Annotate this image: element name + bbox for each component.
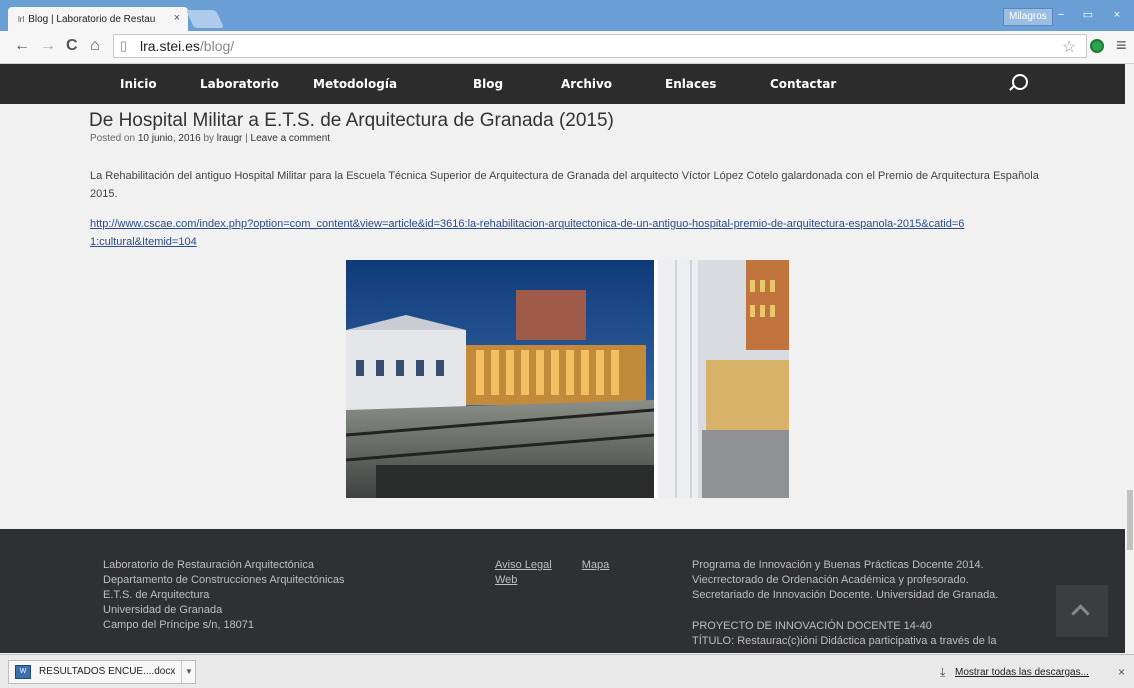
nav-metodologia[interactable]: Metodología	[313, 77, 397, 91]
maximize-icon[interactable]: ▭	[1075, 6, 1101, 24]
chrome-menu-icon[interactable]: ≡	[1116, 35, 1127, 56]
close-download-bar-icon[interactable]: ×	[1118, 665, 1125, 679]
footer-address-line: Departamento de Construcciones Arquitect…	[103, 574, 345, 586]
page-icon: ▯	[120, 38, 128, 53]
post-title[interactable]: De Hospital Militar a E.T.S. de Arquitec…	[89, 110, 614, 132]
scrollbar-thumb[interactable]	[1127, 490, 1133, 550]
posted-on-label: Posted on	[90, 133, 136, 144]
download-bar: W RESULTADOS ENCUE....docx ▼ ⤓ Mostrar t…	[0, 654, 1134, 688]
article-link[interactable]: http://www.cscae.com/index.php?option=co…	[90, 215, 970, 251]
browser-toolbar: ← → C ⌂ ▯ lra.stei.es/blog/ ☆ ≡	[0, 31, 1134, 64]
nav-archivo[interactable]: Archivo	[561, 77, 612, 91]
back-icon[interactable]: ←	[14, 37, 30, 55]
tab-title: Blog | Laboratorio de Restau	[28, 13, 156, 25]
home-icon[interactable]: ⌂	[90, 37, 100, 55]
site-footer: Laboratorio de Restauración Arquitectóni…	[0, 529, 1134, 653]
nav-blog[interactable]: Blog	[473, 77, 503, 91]
bookmark-star-icon[interactable]: ☆	[1062, 37, 1076, 57]
footer-address-line: Laboratorio de Restauración Arquitectóni…	[103, 559, 314, 571]
browser-tab[interactable]: lrl Blog | Laboratorio de Restau ×	[8, 7, 188, 31]
site-navigation: Inicio Laboratorio Metodología Blog Arch…	[0, 64, 1134, 104]
extension-icon[interactable]	[1090, 39, 1104, 53]
program-line: Programa de Innovación y Buenas Práctica…	[692, 559, 984, 571]
aviso-legal-link[interactable]: Aviso Legal	[495, 559, 552, 571]
browser-titlebar: lrl Blog | Laboratorio de Restau × Milag…	[0, 0, 1134, 31]
footer-address: Laboratorio de Restauración Arquitectóni…	[103, 558, 345, 633]
address-bar[interactable]: ▯ lra.stei.es/blog/	[113, 34, 1087, 58]
scroll-to-top-button[interactable]	[1056, 585, 1108, 637]
program-line: Secretariado de Innovación Docente. Univ…	[692, 589, 999, 601]
url-host: lra.stei.es	[140, 38, 200, 54]
nav-enlaces[interactable]: Enlaces	[665, 77, 716, 91]
download-icon: ⤓	[940, 665, 946, 679]
page-scrollbar[interactable]	[1125, 64, 1134, 654]
project-line: TÍTULO: Restaurac(c)ióni Didáctica parti…	[692, 635, 997, 647]
mapa-link[interactable]: Mapa	[582, 559, 610, 571]
post-date-link[interactable]: 10 junio, 2016	[138, 133, 201, 144]
chevron-down-icon[interactable]: ▼	[181, 661, 196, 683]
program-line: Viecrrectorado de Ordenación Académica y…	[692, 574, 969, 586]
project-line: PROYECTO DE INNOVACIÓN DOCENTE 14-40	[692, 620, 932, 632]
footer-address-line: E.T.S. de Arquitectura	[103, 589, 210, 601]
footer-address-line: Campo del Príncipe s/n, 18071	[103, 619, 255, 631]
download-item[interactable]: W RESULTADOS ENCUE....docx ▼	[8, 660, 196, 684]
profile-button[interactable]: Milagros	[1003, 8, 1053, 26]
show-all-downloads-link[interactable]: Mostrar todas las descargas...	[955, 667, 1089, 678]
web-link[interactable]: Web	[495, 574, 517, 586]
word-document-icon: W	[15, 665, 31, 679]
footer-address-line: Universidad de Granada	[103, 604, 223, 616]
tab-close-icon[interactable]: ×	[174, 12, 180, 24]
by-label: by	[203, 133, 215, 144]
url-path: /blog/	[199, 38, 235, 54]
nav-contactar[interactable]: Contactar	[770, 77, 836, 91]
window-close-icon[interactable]: ×	[1104, 6, 1130, 24]
meta-separator: |	[245, 133, 248, 144]
site-favicon-icon: lrl	[18, 14, 25, 24]
new-tab-button[interactable]	[185, 10, 225, 28]
minimize-icon[interactable]: −	[1048, 6, 1074, 24]
search-icon[interactable]	[1012, 74, 1028, 90]
post-body: La Rehabilitación del antiguo Hospital M…	[90, 170, 1039, 200]
post-meta: Posted on 10 junio, 2016 by lraugr | Lea…	[90, 133, 330, 144]
post-author-link[interactable]: lraugr	[217, 133, 243, 144]
footer-links: Aviso Legal Mapa Web	[495, 558, 609, 588]
building-photo-image	[346, 260, 789, 498]
nav-laboratorio[interactable]: Laboratorio	[200, 77, 279, 91]
download-file-name: RESULTADOS ENCUE....docx	[39, 666, 176, 677]
url-text: lra.stei.es/blog/	[140, 35, 234, 57]
forward-icon[interactable]: →	[40, 37, 56, 55]
nav-inicio[interactable]: Inicio	[120, 77, 157, 91]
reload-icon[interactable]: C	[66, 37, 78, 55]
building-photo	[346, 260, 789, 498]
leave-comment-link[interactable]: Leave a comment	[251, 133, 331, 144]
footer-program: Programa de Innovación y Buenas Práctica…	[692, 558, 998, 649]
